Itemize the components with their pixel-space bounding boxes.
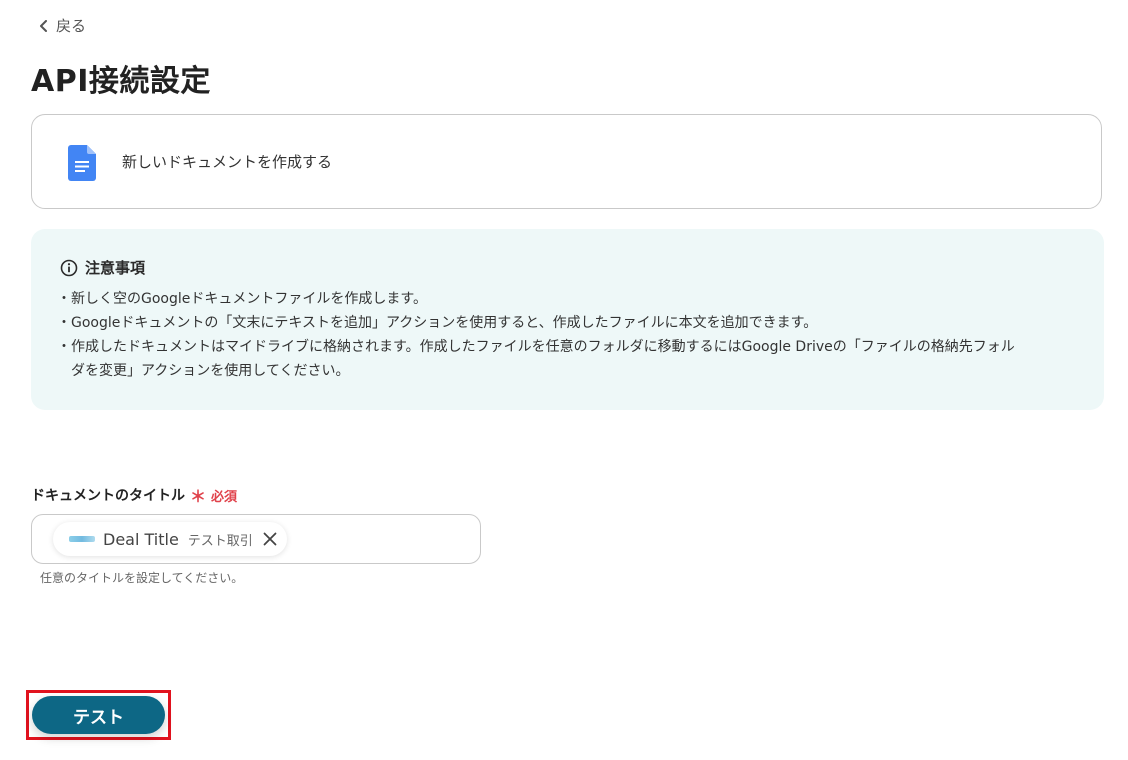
variable-chip[interactable]: Deal Title テスト取引 bbox=[53, 522, 287, 556]
action-label: 新しいドキュメントを作成する bbox=[122, 153, 333, 171]
required-asterisk: ＊ bbox=[190, 487, 207, 506]
chevron-left-icon bbox=[40, 19, 47, 32]
required-text: 必須 bbox=[211, 489, 238, 505]
close-icon[interactable] bbox=[263, 532, 277, 546]
notice-box: 注意事項 ・新しく空のGoogleドキュメントファイルを作成します。 ・Goog… bbox=[31, 229, 1104, 410]
back-link[interactable]: 戻る bbox=[38, 15, 86, 36]
helper-text: 任意のタイトルを設定してください。 bbox=[40, 571, 244, 585]
chip-value: テスト取引 bbox=[187, 533, 253, 549]
chip-name: Deal Title bbox=[103, 529, 179, 549]
notice-line: ・新しく空のGoogleドキュメントファイルを作成します。 bbox=[57, 291, 427, 307]
document-title-label: ドキュメントのタイトル ＊ 必須 bbox=[31, 483, 237, 507]
notice-line: ・Googleドキュメントの「文末にテキストを追加」アクションを使用すると、作成… bbox=[57, 315, 818, 331]
field-label-text: ドキュメントのタイトル bbox=[31, 488, 185, 504]
page-title: API接続設定 bbox=[31, 64, 211, 99]
action-card[interactable]: 新しいドキュメントを作成する bbox=[31, 114, 1102, 209]
google-docs-icon bbox=[68, 145, 96, 181]
app-logo-icon bbox=[69, 536, 95, 542]
test-button[interactable]: テスト bbox=[32, 696, 165, 734]
notice-header: 注意事項 bbox=[60, 257, 145, 278]
notice-line: ・作成したドキュメントはマイドライブに格納されます。作成したファイルを任意のフォ… bbox=[57, 339, 1015, 355]
document-title-input[interactable]: Deal Title テスト取引 bbox=[31, 514, 481, 564]
notice-title: 注意事項 bbox=[85, 259, 146, 277]
notice-body: ・新しく空のGoogleドキュメントファイルを作成します。 ・Googleドキュ… bbox=[57, 287, 1077, 383]
back-label: 戻る bbox=[56, 17, 87, 35]
notice-line: ダを変更」アクションを使用してください。 bbox=[57, 363, 350, 379]
info-icon bbox=[60, 259, 78, 276]
